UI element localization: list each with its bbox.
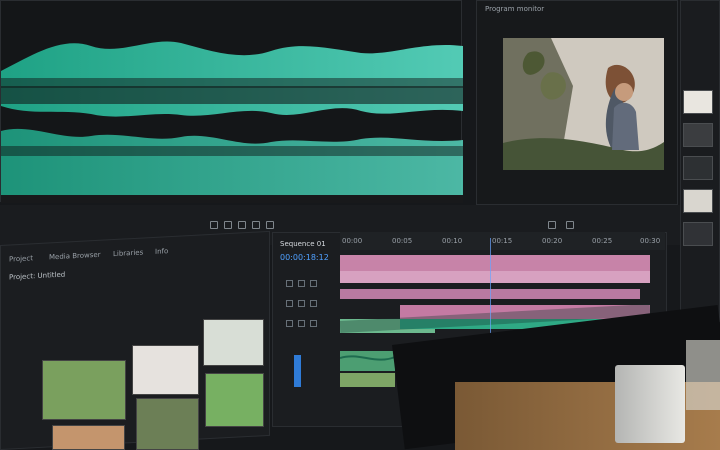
ruler-label: 00:30: [640, 237, 661, 245]
media-thumbnail[interactable]: [52, 425, 125, 450]
zoom-icon[interactable]: [566, 221, 574, 229]
track-toggle[interactable]: [286, 300, 293, 307]
media-thumbnail[interactable]: [132, 345, 199, 395]
play-icon[interactable]: [238, 221, 246, 229]
project-title: Project: Untitled: [9, 270, 66, 282]
track-toggle[interactable]: [286, 280, 293, 287]
waveform-footer: [1, 195, 463, 203]
track-toggle[interactable]: [298, 320, 305, 327]
track-toggle[interactable]: [310, 320, 317, 327]
ruler-label: 00:10: [442, 237, 463, 245]
program-image: [503, 38, 664, 170]
ruler-label: 00:05: [392, 237, 413, 245]
program-monitor-title: Program monitor: [485, 5, 545, 13]
ruler-label: 00:25: [592, 237, 613, 245]
track-toggle[interactable]: [298, 300, 305, 307]
project-tab[interactable]: Project: [9, 254, 33, 263]
editor-screen: Program monitor Project Media Browser Li: [0, 0, 720, 450]
media-thumbnail[interactable]: [203, 319, 264, 366]
desktop-speaker: [615, 365, 685, 443]
right-thumbnail[interactable]: [683, 156, 713, 180]
track-toggle[interactable]: [310, 300, 317, 307]
program-video-frame: [503, 38, 664, 170]
settings-icon[interactable]: [548, 221, 556, 229]
step-forward-icon[interactable]: [266, 221, 274, 229]
media-thumbnail[interactable]: [136, 398, 199, 450]
timeline-timecode: 00:00:18:12: [280, 253, 329, 262]
marker-icon[interactable]: [224, 221, 232, 229]
media-thumbnail[interactable]: [205, 373, 264, 427]
track-toggle[interactable]: [298, 280, 305, 287]
right-thumbnail[interactable]: [683, 189, 713, 213]
info-tab[interactable]: Info: [155, 247, 168, 256]
timeline-track-controls: [278, 270, 334, 415]
right-thumbnail[interactable]: [683, 222, 713, 246]
ruler-label: 00:15: [492, 237, 513, 245]
track-toggle[interactable]: [286, 320, 293, 327]
media-browser-tab[interactable]: Media Browser: [49, 251, 101, 262]
stop-icon[interactable]: [252, 221, 260, 229]
sequence-name: Sequence 01: [280, 240, 326, 248]
audio-waveform-panel: [0, 0, 463, 203]
ruler-label: 00:00: [342, 237, 363, 245]
media-thumbnail[interactable]: [42, 360, 126, 420]
right-thumbnail[interactable]: [683, 123, 713, 147]
waveform-display: [1, 41, 463, 203]
track-toggle[interactable]: [310, 280, 317, 287]
selected-track-toggle[interactable]: [294, 355, 301, 387]
right-thumbnail[interactable]: [683, 90, 713, 114]
ruler-label: 00:20: [542, 237, 563, 245]
background-window: [686, 340, 720, 410]
libraries-tab[interactable]: Libraries: [113, 248, 143, 258]
step-back-icon[interactable]: [210, 221, 218, 229]
